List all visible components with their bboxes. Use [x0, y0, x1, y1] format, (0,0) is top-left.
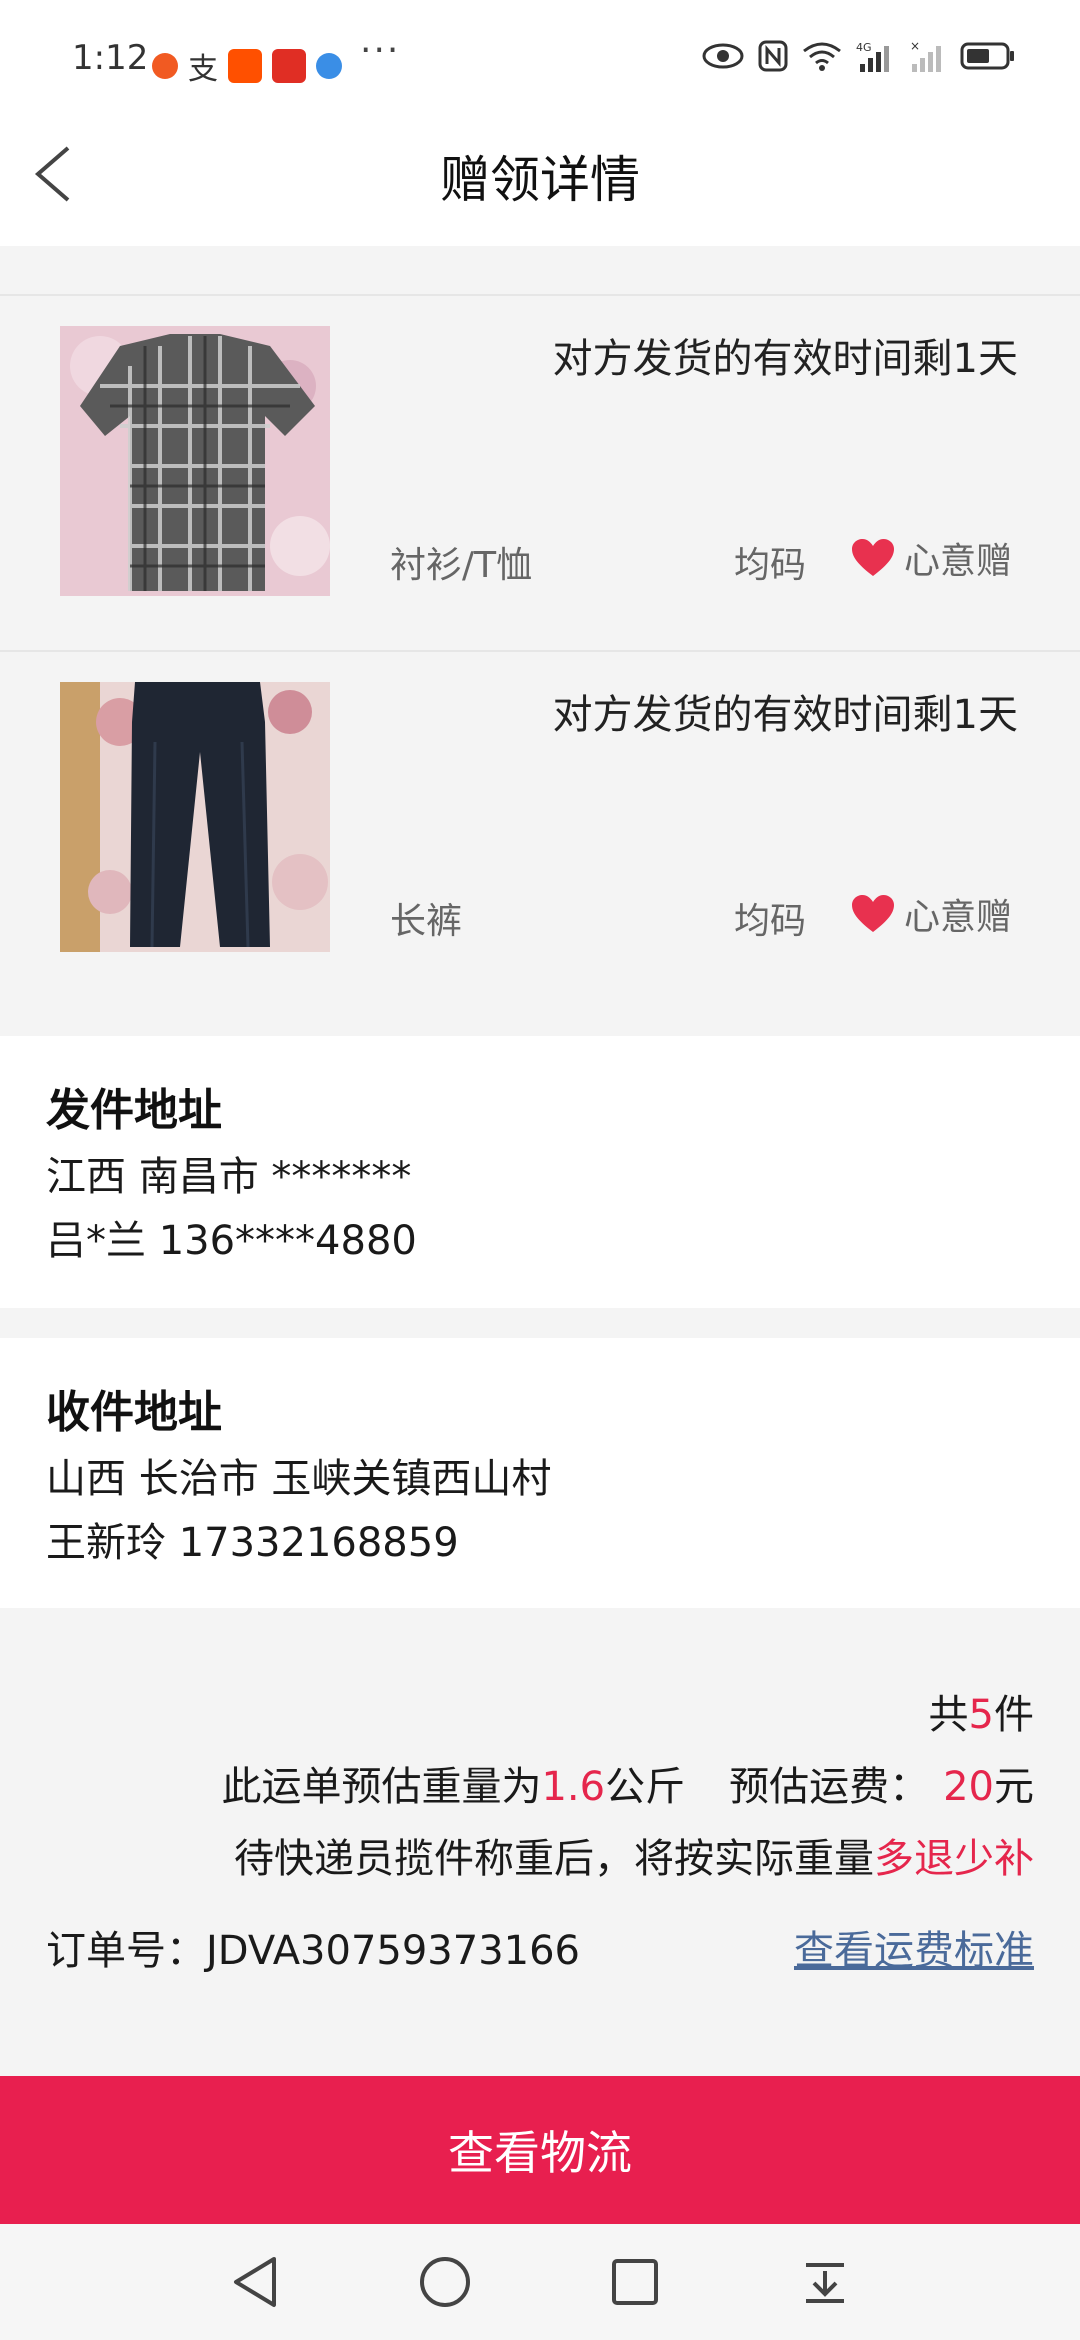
item-gift-tag: 心意赠 [850, 532, 1012, 584]
item-size: 均码 [734, 545, 807, 586]
item-list: 对方发货的有效时间剩1天 衬衫/T恤 均码 心意赠 对方发货的有效时间剩1天 长… [0, 246, 1080, 1036]
weight-unit: 公斤 [605, 1764, 686, 1810]
item-count-value: 5 [968, 1692, 994, 1738]
page-title: 赠领详情 [440, 151, 640, 209]
fee-prefix: 预估运费： [729, 1764, 930, 1810]
more-notifications-icon: ··· [360, 30, 401, 71]
sender-address-card: 发件地址 江西 南昌市 ******* 吕*兰 136****4880 [0, 1036, 1080, 1308]
receiver-contact: 王新玲 17332168859 [46, 1520, 459, 1566]
weight-fee-line: 此运单预估重量为1.6公斤 预估运费： 20元 [221, 1754, 1034, 1812]
eye-icon [702, 43, 744, 69]
square-recents-icon [612, 2259, 658, 2305]
shipping-summary: 共5件 此运单预估重量为1.6公斤 预估运费： 20元 待快递员揽件称重后，将按实际… [0, 1608, 1080, 2076]
list-item[interactable]: 对方发货的有效时间剩1天 衬衫/T恤 均码 心意赠 [0, 294, 1080, 650]
fee-unit: 元 [994, 1764, 1034, 1810]
status-app-icons: 支 [152, 44, 342, 88]
nav-notifications-button[interactable] [785, 2242, 865, 2322]
receiver-region: 山西 长治市 玉峡关镇西山村 [46, 1456, 552, 1502]
heart-icon [852, 895, 894, 932]
fee-value: 20 [943, 1764, 994, 1810]
item-category: 长裤 [390, 901, 463, 942]
system-nav-bar [0, 2224, 1080, 2340]
signal-4g-icon: 4G [856, 41, 889, 72]
browser-app-icon [316, 53, 342, 79]
weight-note-accent: 多退少补 [874, 1836, 1034, 1882]
item-count-prefix: 共 [928, 1692, 969, 1738]
item-count-suffix: 件 [994, 1692, 1034, 1738]
status-right-icons: 4G × [702, 40, 1016, 72]
item-thumbnail-shirt [60, 326, 330, 596]
svg-text:×: × [910, 40, 920, 53]
order-number: 订单号：JDVA30759373166 [46, 1928, 581, 1974]
receiver-address-title: 收件地址 [46, 1387, 222, 1438]
triangle-back-icon [234, 2257, 276, 2307]
item-deadline: 对方发货的有效时间剩1天 [552, 692, 1018, 738]
status-time: 1:12 [72, 38, 149, 78]
battery-icon [960, 42, 1014, 70]
nav-back-button[interactable] [215, 2242, 295, 2322]
svg-text:4G: 4G [856, 41, 872, 54]
signal-icon: × [910, 40, 941, 72]
nav-home-button[interactable] [405, 2242, 485, 2322]
nav-recents-button[interactable] [595, 2242, 675, 2322]
taobao-app-icon [228, 49, 262, 83]
alipay-app-icon: 支 [188, 52, 218, 87]
circle-home-icon [420, 2257, 470, 2307]
sender-contact: 吕*兰 136****4880 [46, 1218, 417, 1264]
view-logistics-button[interactable]: 查看物流 [0, 2076, 1080, 2224]
status-bar: 1:12 支 ··· 4G × [0, 0, 1080, 110]
nfc-icon [758, 40, 788, 72]
weight-prefix: 此运单预估重量为 [221, 1764, 542, 1810]
receiver-address-card: 收件地址 山西 长治市 玉峡关镇西山村 王新玲 17332168859 [0, 1338, 1080, 1608]
fee-standard-link[interactable]: 查看运费标准 [794, 1918, 1034, 1976]
pull-down-icon [806, 2263, 844, 2303]
list-item[interactable]: 对方发货的有效时间剩1天 长裤 均码 心意赠 [0, 650, 1080, 1006]
screen: 1:12 支 ··· 4G × 赠领详情 对方发货的有效时间剩1天 衬衫/T恤 … [0, 0, 1080, 2340]
heart-icon [852, 539, 894, 576]
item-count: 共5件 [929, 1682, 1034, 1740]
item-thumbnail-pants [60, 682, 330, 952]
app-header: 赠领详情 [0, 110, 1080, 246]
item-size: 均码 [734, 901, 807, 942]
sender-region: 江西 南昌市 ******* [46, 1154, 412, 1200]
weight-note: 待快递员揽件称重后，将按实际重量多退少补 [234, 1826, 1034, 1884]
wifi-icon [803, 42, 841, 71]
weibo-app-icon [152, 53, 178, 79]
weight-value: 1.6 [541, 1764, 606, 1810]
item-deadline: 对方发货的有效时间剩1天 [552, 336, 1018, 382]
weight-note-prefix: 待快递员揽件称重后，将按实际重量 [234, 1836, 874, 1882]
item-tag-label: 心意赠 [904, 897, 1013, 938]
item-category: 衬衫/T恤 [390, 545, 533, 586]
sender-address-title: 发件地址 [46, 1085, 222, 1136]
pinduoduo-app-icon [272, 49, 306, 83]
item-tag-label: 心意赠 [904, 541, 1013, 582]
item-gift-tag: 心意赠 [850, 888, 1012, 940]
